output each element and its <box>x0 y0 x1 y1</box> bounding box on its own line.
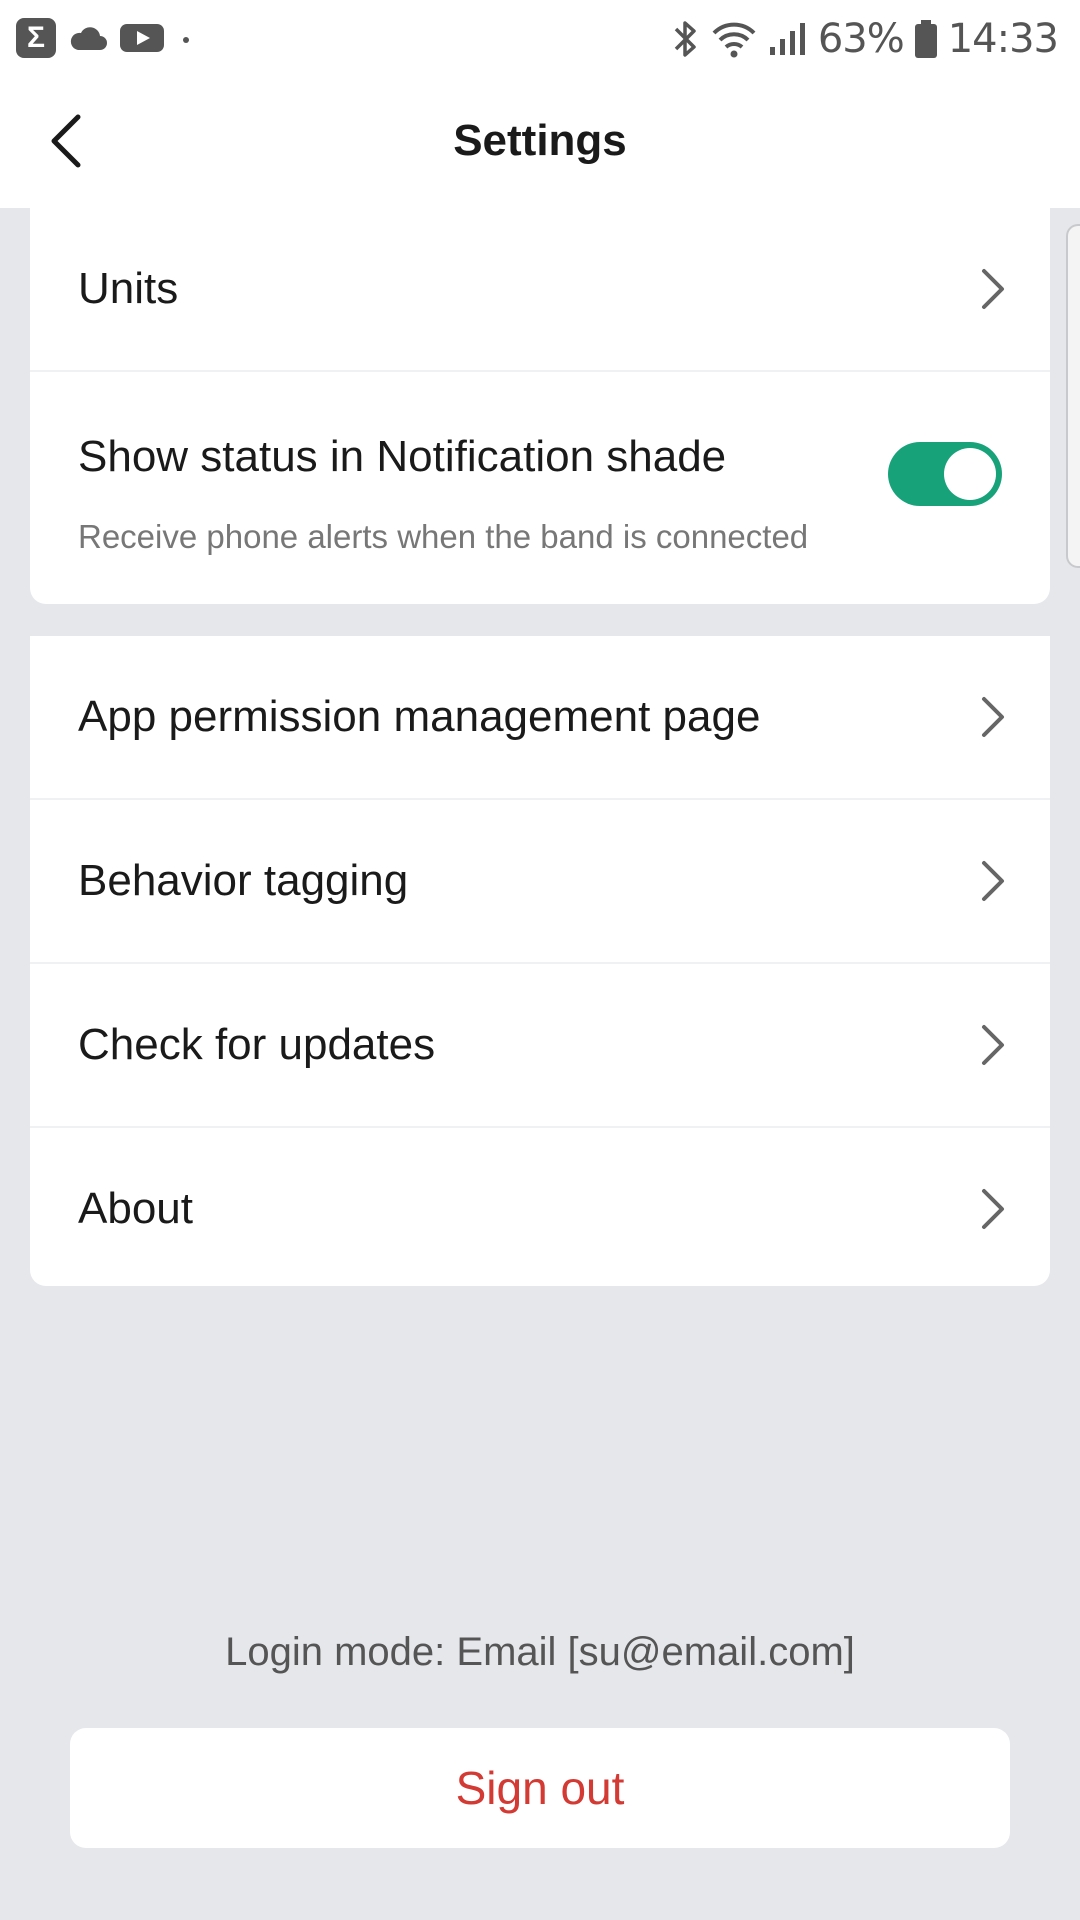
login-mode-text: Login mode: Email [su@email.com] <box>225 1630 855 1674</box>
battery-icon <box>914 19 938 59</box>
chevron-right-icon <box>982 861 1004 901</box>
chevron-right-icon <box>982 1189 1004 1229</box>
units-row[interactable]: Units <box>30 208 1050 372</box>
list-item-label: Check for updates <box>78 1020 436 1069</box>
chevron-right-icon <box>982 269 1004 309</box>
settings-card-app: App permission management page Behavior … <box>30 636 1050 1286</box>
list-item-label: App permission management page <box>78 692 761 741</box>
chevron-right-icon <box>982 1025 1004 1065</box>
scroll-indicator[interactable] <box>1066 224 1080 568</box>
list-item-check-updates[interactable]: Check for updates <box>30 964 1050 1128</box>
status-bar: Σ 63% 14:33 <box>0 0 1080 78</box>
list-item-behavior-tagging[interactable]: Behavior tagging <box>30 800 1050 964</box>
units-label: Units <box>78 264 179 313</box>
youtube-icon <box>120 22 164 54</box>
notification-shade-toggle[interactable] <box>888 442 1002 506</box>
wifi-icon <box>710 19 758 59</box>
notification-shade-description: Receive phone alerts when the band is co… <box>78 518 809 555</box>
status-time: 14:33 <box>947 16 1059 62</box>
sign-out-button[interactable]: Sign out <box>70 1728 1010 1848</box>
chevron-right-icon <box>982 697 1004 737</box>
toggle-knob <box>944 448 996 500</box>
list-item-label: Behavior tagging <box>78 856 409 905</box>
list-item-label: About <box>78 1184 193 1233</box>
signal-icon <box>768 21 808 57</box>
notification-shade-label: Show status in Notification shade <box>78 432 727 481</box>
app-bar: Settings <box>0 78 1080 208</box>
battery-percent: 63% <box>817 16 905 62</box>
page-title: Settings <box>453 116 627 165</box>
status-bar-left: Σ <box>16 16 196 60</box>
notification-shade-row: Show status in Notification shade Receiv… <box>30 372 1050 604</box>
settings-card-general: Units Show status in Notification shade … <box>30 208 1050 604</box>
status-bar-right: 63% 14:33 <box>672 12 1059 66</box>
cloud-icon <box>68 24 108 52</box>
list-item-about[interactable]: About <box>30 1128 1050 1286</box>
sigma-app-icon: Σ <box>16 18 56 58</box>
dot-icon <box>176 28 196 48</box>
bluetooth-icon <box>672 18 700 60</box>
list-item-app-permission[interactable]: App permission management page <box>30 636 1050 800</box>
